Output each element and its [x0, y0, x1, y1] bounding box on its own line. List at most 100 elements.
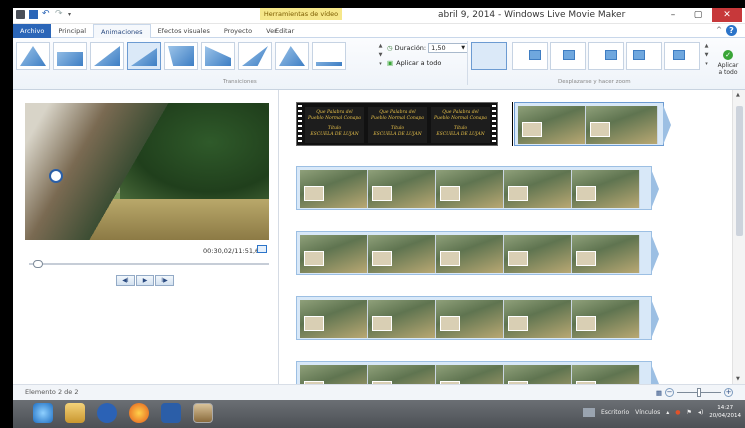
clip-frame	[300, 365, 368, 384]
title-frame: Que Palabra del Pueblo Normal Conapa Tít…	[368, 107, 427, 143]
tab-visual-effects[interactable]: Efectos visuales	[151, 24, 217, 38]
apply-all-transitions-button[interactable]: ▣ Aplicar a todo	[387, 59, 441, 67]
collapse-ribbon-icon[interactable]: ^	[716, 26, 722, 34]
transition-thumbnail[interactable]	[275, 42, 309, 70]
file-explorer-icon[interactable]	[65, 403, 85, 423]
transition-thumbnail-selected[interactable]	[127, 42, 161, 70]
save-icon[interactable]	[29, 10, 38, 19]
status-bar: Elemento 2 de 2 ▦ − +	[13, 384, 745, 400]
zoom-in-button[interactable]: +	[724, 388, 733, 397]
help-icon[interactable]: ?	[726, 25, 737, 36]
storyboard: Que Palabra del Pueblo Normal Conapa Tít…	[280, 90, 732, 384]
tray-expand-icon[interactable]: ▴	[666, 409, 669, 416]
clip-frames	[300, 170, 640, 208]
pan-zoom-none[interactable]	[471, 42, 507, 70]
group-transitions-label: Transiciones	[223, 79, 257, 85]
ribbon-tabs: Archivo Principal Animaciones Efectos vi…	[13, 23, 745, 38]
undo-icon[interactable]: ↶	[42, 10, 51, 19]
video-clip-selected[interactable]	[514, 102, 671, 146]
transition-thumbnail[interactable]	[16, 42, 50, 70]
tab-file[interactable]: Archivo	[13, 23, 52, 38]
desktop-toolbar-label[interactable]: Escritorio	[601, 409, 629, 416]
duration-value: 1,50	[431, 44, 446, 52]
minimize-button[interactable]: –	[661, 8, 685, 22]
title-bar: ↶ ↷ ▾ Herramientas de vídeo abril 9, 201…	[13, 8, 745, 24]
word-icon[interactable]	[161, 403, 181, 423]
clip-frame	[504, 235, 572, 273]
zoom-slider[interactable]	[677, 388, 721, 397]
clip-frames	[300, 365, 640, 384]
clip-frame	[436, 235, 504, 273]
scroll-up-icon[interactable]: ▲	[736, 92, 740, 98]
video-clip-row[interactable]	[296, 296, 659, 340]
tab-project[interactable]: Proyecto	[217, 24, 259, 38]
pan-zoom-option[interactable]	[664, 42, 700, 70]
seek-bar[interactable]	[29, 263, 269, 265]
zoom-out-button[interactable]: −	[665, 388, 674, 397]
movie-maker-taskbar-icon[interactable]	[193, 403, 213, 423]
clip-frame	[572, 235, 640, 273]
clip-end-arrow	[651, 364, 659, 384]
hp-icon[interactable]	[97, 403, 117, 423]
transition-thumbnail[interactable]	[90, 42, 124, 70]
preview-pane: 00:30,02/11:51,64 ◀I ▶ I▶	[13, 90, 279, 384]
zoom-slider-handle[interactable]	[697, 388, 701, 397]
firefox-icon[interactable]	[129, 403, 149, 423]
scrollbar-thumb[interactable]	[736, 106, 743, 236]
video-clip-row[interactable]	[296, 231, 659, 275]
close-button[interactable]: ✕	[712, 8, 742, 22]
fullscreen-icon[interactable]	[257, 245, 267, 253]
app-icon[interactable]	[16, 10, 25, 19]
tab-animations[interactable]: Animaciones	[93, 23, 151, 38]
seek-handle[interactable]	[33, 260, 43, 268]
clip-frame	[300, 235, 368, 273]
clock[interactable]: 14:27 20/04/2014	[709, 404, 741, 420]
previous-frame-button[interactable]: ◀I	[116, 275, 135, 286]
qat-dropdown-icon[interactable]: ▾	[68, 10, 77, 19]
tab-home[interactable]: Principal	[51, 24, 93, 38]
pan-gallery-scroll[interactable]: ▲ ▼ ▾	[703, 42, 710, 70]
next-frame-button[interactable]: I▶	[155, 275, 174, 286]
thumbnail-size-icon[interactable]: ▦	[656, 389, 662, 397]
action-center-icon[interactable]: ⚑	[687, 409, 692, 416]
context-group-label: Herramientas de vídeo	[260, 8, 342, 20]
group-pan-zoom-label: Desplazarse y hacer zoom	[558, 79, 631, 85]
clip-end-arrow	[651, 234, 659, 274]
playhead[interactable]	[512, 102, 513, 146]
play-button[interactable]: ▶	[136, 275, 154, 286]
storyboard-row: Que Palabra del Pueblo Normal Conapa Tít…	[296, 102, 671, 146]
video-clip-row[interactable]	[296, 166, 659, 210]
title-clip[interactable]: Que Palabra del Pueblo Normal Conapa Tít…	[296, 102, 498, 146]
ribbon-separator	[467, 41, 468, 85]
network-icon[interactable]: ●	[675, 409, 680, 416]
transition-thumbnail[interactable]	[312, 42, 346, 70]
redo-icon[interactable]: ↷	[55, 10, 64, 19]
apply-all-pan-button[interactable]: ✓ Aplicar a todo	[715, 50, 741, 76]
apply-all-pan-label: Aplicar a todo	[717, 62, 739, 76]
ie-icon[interactable]	[33, 403, 53, 423]
transition-thumbnail[interactable]	[53, 42, 87, 70]
volume-icon[interactable]: ◂)	[698, 409, 703, 416]
duration-select[interactable]: 1,50 ▼	[428, 43, 469, 53]
pan-zoom-option[interactable]	[550, 42, 586, 70]
storyboard-scrollbar[interactable]: ▲ ▼	[732, 90, 745, 384]
transition-thumbnail[interactable]	[201, 42, 235, 70]
clip-frame	[368, 365, 436, 384]
duration-control: ◷ Duración: 1,50 ▼	[387, 43, 469, 53]
clip-frame	[504, 300, 572, 338]
checkmark-icon: ✓	[723, 50, 733, 60]
gallery-scroll[interactable]: ▲ ▼ ▾	[377, 42, 384, 70]
desktop-toolbar-icon[interactable]	[582, 407, 595, 417]
transition-thumbnail[interactable]	[238, 42, 272, 70]
video-clip-row[interactable]	[296, 361, 659, 384]
window-title: abril 9, 2014 - Windows Live Movie Maker	[438, 10, 626, 20]
pan-zoom-option[interactable]	[512, 42, 548, 70]
pan-zoom-option[interactable]	[588, 42, 624, 70]
pan-zoom-option[interactable]	[626, 42, 662, 70]
links-toolbar-label[interactable]: Vínculos	[635, 409, 660, 416]
maximize-button[interactable]: ▢	[686, 8, 710, 22]
video-preview[interactable]	[25, 103, 269, 240]
tab-edit[interactable]: Editar	[275, 24, 294, 38]
scroll-down-icon[interactable]: ▼	[736, 376, 740, 382]
transition-thumbnail[interactable]	[164, 42, 198, 70]
